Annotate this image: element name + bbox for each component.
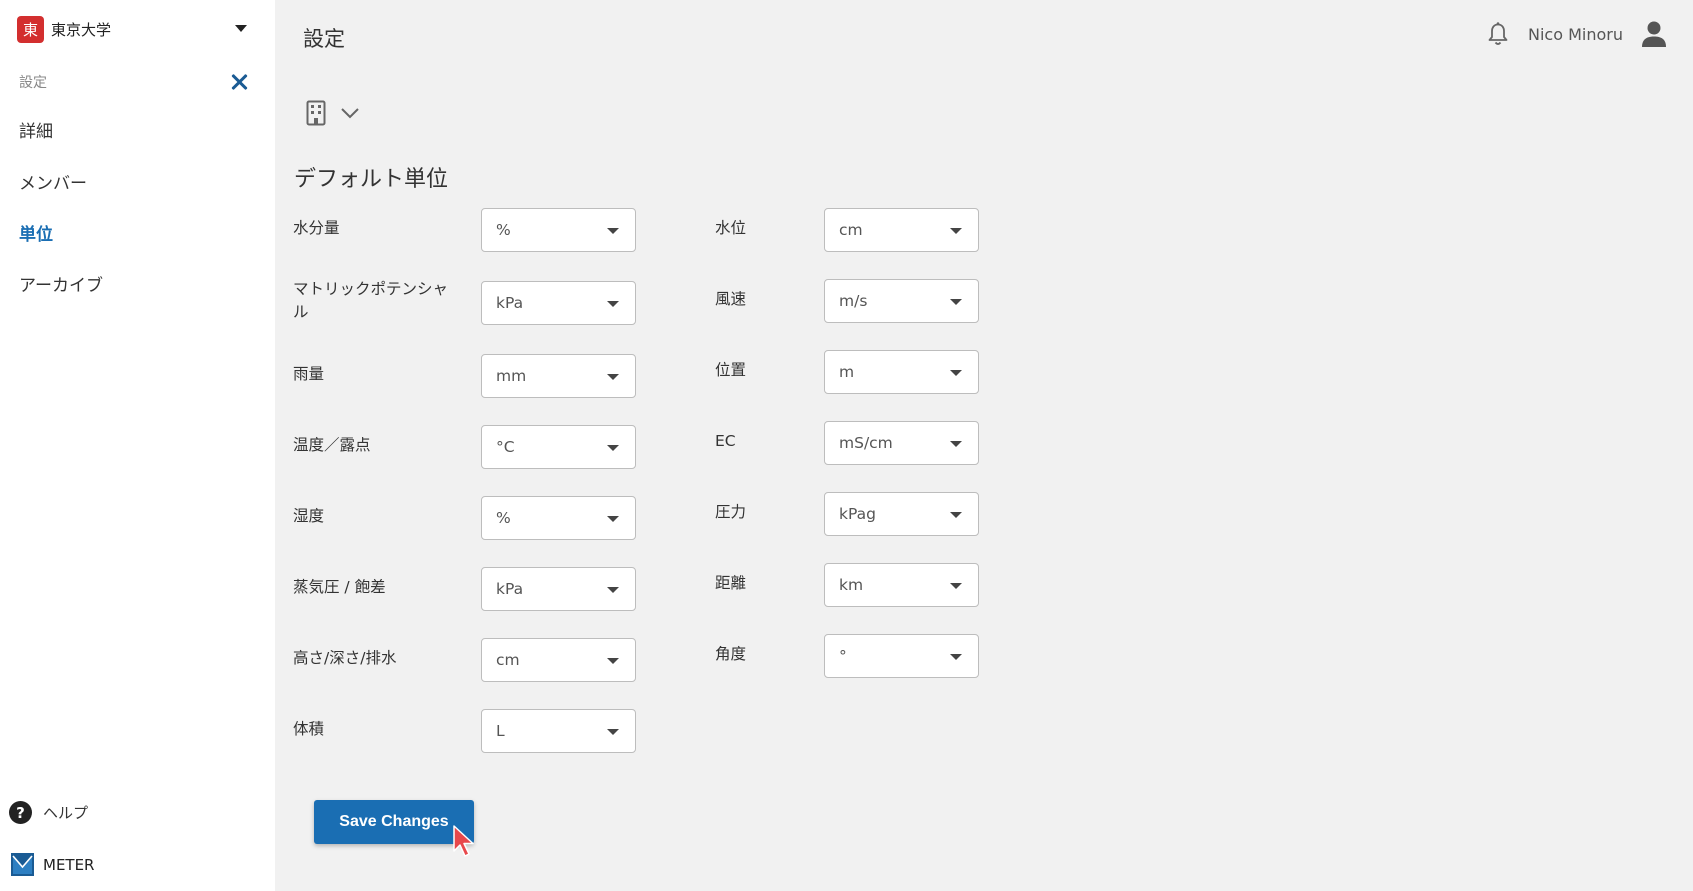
field-label-moisture: 水分量 (293, 219, 340, 237)
caret-down-icon (950, 654, 962, 660)
select-pressure[interactable]: kPag (824, 492, 979, 536)
field-label-wind-speed: 風速 (715, 290, 747, 308)
close-icon[interactable] (229, 72, 249, 92)
caret-down-icon (607, 445, 619, 451)
select-value: m (839, 363, 855, 381)
caret-down-icon (607, 658, 619, 664)
caret-down-icon (607, 228, 619, 234)
select-wind-speed[interactable]: m/s (824, 279, 979, 323)
field-label-height-depth: 高さ/深さ/排水 (293, 649, 397, 667)
field-label-position: 位置 (715, 361, 747, 379)
sidebar-section-header: 設定 (19, 70, 249, 94)
select-value: m/s (839, 292, 868, 310)
select-rainfall[interactable]: mm (481, 354, 636, 398)
caret-down-icon (607, 587, 619, 593)
select-value: kPag (839, 505, 876, 523)
org-selector[interactable]: 東 東京大学 (17, 14, 257, 44)
select-distance[interactable]: km (824, 563, 979, 607)
caret-down-icon (950, 512, 962, 518)
field-label-humidity: 湿度 (293, 507, 325, 525)
caret-down-icon (950, 441, 962, 447)
meter-logo-icon (11, 853, 34, 876)
help-icon: ? (9, 801, 32, 824)
site-selector[interactable] (306, 100, 360, 126)
select-value: mm (496, 367, 527, 385)
header-actions: Nico Minoru (1486, 20, 1667, 48)
select-vapor-pressure[interactable]: kPa (481, 567, 636, 611)
select-value: % (496, 221, 511, 239)
field-label-temperature: 温度／露点 (293, 436, 371, 454)
select-value: % (496, 509, 511, 527)
select-volume[interactable]: L (481, 709, 636, 753)
select-value: kPa (496, 294, 524, 312)
caret-down-icon (950, 299, 962, 305)
select-value: cm (839, 221, 863, 239)
select-humidity[interactable]: % (481, 496, 636, 540)
field-label-ec: EC (715, 432, 736, 450)
user-avatar-icon[interactable] (1641, 20, 1667, 48)
sidebar-item-members[interactable]: メンバー (19, 169, 87, 194)
select-value: °C (496, 438, 515, 456)
sidebar-item-archive[interactable]: アーカイブ (19, 271, 103, 296)
field-label-pressure: 圧力 (715, 503, 747, 521)
caret-down-icon (950, 583, 962, 589)
org-logo: 東 (17, 15, 44, 43)
app: 東 東京大学 設定 詳細 メンバー 単位 アーカイブ ? ヘルプ METER 設… (0, 0, 1693, 891)
caret-down-icon (607, 374, 619, 380)
mouse-pointer-icon (453, 825, 474, 857)
caret-down-icon (950, 370, 962, 376)
select-value: L (496, 722, 505, 740)
caret-down-icon (607, 301, 619, 307)
field-label-vapor-pressure: 蒸気圧 / 飽差 (293, 578, 386, 596)
help-label: ヘルプ (43, 804, 89, 822)
sidebar-section-title: 設定 (19, 75, 47, 91)
help-link[interactable]: ? ヘルプ (9, 801, 88, 824)
chevron-down-icon (341, 108, 359, 119)
select-water-level[interactable]: cm (824, 208, 979, 252)
select-value: kPa (496, 580, 524, 598)
brand-label: METER (43, 855, 95, 874)
org-name: 東京大学 (51, 20, 112, 39)
caret-down-icon (235, 25, 247, 32)
field-label-rainfall: 雨量 (293, 365, 325, 383)
select-matric-potential[interactable]: kPa (481, 281, 636, 325)
sidebar: 東 東京大学 設定 詳細 メンバー 単位 アーカイブ ? ヘルプ METER (0, 0, 275, 891)
section-heading: デフォルト単位 (294, 167, 449, 192)
select-position[interactable]: m (824, 350, 979, 394)
select-temperature[interactable]: °C (481, 425, 636, 469)
field-label-angle: 角度 (715, 645, 747, 663)
select-height-depth[interactable]: cm (481, 638, 636, 682)
bell-icon[interactable] (1486, 21, 1510, 47)
page-title: 設定 (303, 27, 345, 51)
field-label-water-level: 水位 (715, 219, 747, 237)
field-label-matric-potential: マトリックポテンシャル (293, 280, 449, 321)
select-value: mS/cm (839, 434, 893, 452)
select-angle[interactable]: ° (824, 634, 979, 678)
user-name[interactable]: Nico Minoru (1528, 25, 1623, 44)
field-label-distance: 距離 (715, 574, 747, 592)
select-moisture[interactable]: % (481, 208, 636, 252)
select-value: km (839, 576, 864, 594)
select-value: ° (839, 647, 847, 665)
building-icon (306, 100, 326, 126)
brand: METER (11, 853, 94, 876)
select-value: cm (496, 651, 520, 669)
save-changes-button[interactable]: Save Changes (314, 800, 474, 844)
caret-down-icon (607, 729, 619, 735)
caret-down-icon (950, 228, 962, 234)
sidebar-item-details[interactable]: 詳細 (19, 117, 53, 142)
select-ec[interactable]: mS/cm (824, 421, 979, 465)
sidebar-item-units[interactable]: 単位 (19, 220, 53, 245)
field-label-volume: 体積 (293, 720, 325, 738)
caret-down-icon (607, 516, 619, 522)
